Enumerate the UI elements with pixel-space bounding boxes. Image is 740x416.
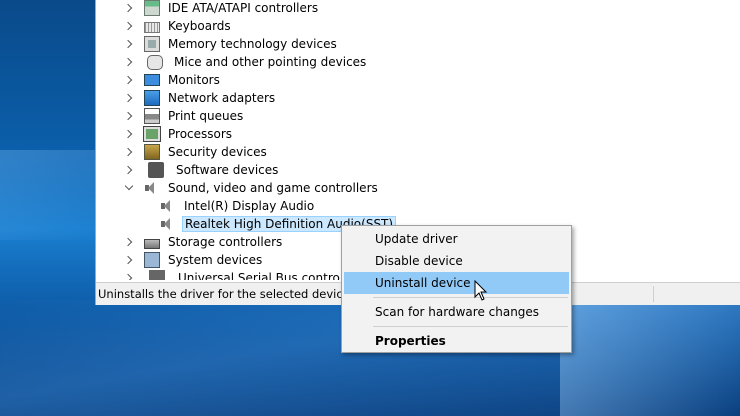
speaker-icon bbox=[160, 199, 176, 213]
chevron-right-icon[interactable] bbox=[123, 2, 135, 14]
chevron-right-icon[interactable] bbox=[123, 92, 135, 104]
network-adapter-icon bbox=[144, 90, 160, 106]
tree-item-mice[interactable]: Mice and other pointing devices bbox=[123, 53, 368, 71]
tree-item-label: Software devices bbox=[176, 163, 279, 177]
ide-controller-icon bbox=[144, 0, 160, 16]
chevron-right-icon[interactable] bbox=[123, 272, 135, 280]
tree-item-label: Security devices bbox=[168, 145, 267, 159]
menu-item-scan-hardware[interactable]: Scan for hardware changes bbox=[344, 301, 569, 323]
tree-item-ide-controllers[interactable]: IDE ATA/ATAPI controllers bbox=[123, 0, 320, 17]
tree-item-processors[interactable]: Processors bbox=[123, 125, 234, 143]
storage-controller-icon bbox=[144, 238, 160, 249]
tree-item-label: Mice and other pointing devices bbox=[174, 55, 367, 69]
usb-icon bbox=[149, 270, 165, 280]
chevron-right-icon[interactable] bbox=[123, 254, 135, 266]
tree-item-label: Intel(R) Display Audio bbox=[184, 199, 315, 213]
chevron-right-icon[interactable] bbox=[123, 110, 135, 122]
tree-item-keyboards[interactable]: Keyboards bbox=[123, 17, 233, 35]
menu-separator bbox=[373, 326, 568, 327]
chevron-right-icon[interactable] bbox=[123, 38, 135, 50]
speaker-icon bbox=[144, 181, 160, 195]
mouse-cursor-icon bbox=[474, 280, 488, 301]
processor-icon bbox=[143, 126, 161, 142]
desktop-wallpaper-light bbox=[0, 150, 100, 240]
speaker-icon bbox=[160, 217, 176, 231]
printer-icon bbox=[144, 108, 160, 124]
tree-item-label: Universal Serial Bus controllers bbox=[178, 271, 366, 280]
tree-item-label: Memory technology devices bbox=[168, 37, 337, 51]
tree-item-label: Keyboards bbox=[168, 19, 231, 33]
monitor-icon bbox=[144, 74, 160, 86]
menu-item-uninstall-device[interactable]: Uninstall device bbox=[344, 272, 569, 294]
chevron-right-icon[interactable] bbox=[123, 164, 135, 176]
tree-item-intel-display-audio[interactable]: Intel(R) Display Audio bbox=[160, 197, 316, 215]
tree-item-label: IDE ATA/ATAPI controllers bbox=[168, 1, 319, 15]
desktop-wallpaper-light bbox=[560, 300, 740, 416]
chevron-right-icon[interactable] bbox=[123, 146, 135, 158]
tree-item-label: System devices bbox=[168, 253, 263, 267]
system-device-icon bbox=[144, 252, 160, 268]
security-device-icon bbox=[144, 144, 160, 160]
tree-item-software-devices[interactable]: Software devices bbox=[123, 161, 280, 179]
tree-item-label: Storage controllers bbox=[168, 235, 283, 249]
tree-item-sound-video-game[interactable]: Sound, video and game controllers bbox=[123, 179, 380, 197]
chevron-right-icon[interactable] bbox=[123, 56, 135, 68]
tree-item-memory-technology[interactable]: Memory technology devices bbox=[123, 35, 339, 53]
tree-item-system-devices[interactable]: System devices bbox=[123, 251, 264, 269]
chevron-right-icon[interactable] bbox=[123, 74, 135, 86]
tree-item-label: Network adapters bbox=[168, 91, 276, 105]
chevron-down-icon[interactable] bbox=[123, 182, 135, 194]
tree-item-print-queues[interactable]: Print queues bbox=[123, 107, 245, 125]
tree-item-security-devices[interactable]: Security devices bbox=[123, 143, 269, 161]
keyboard-icon bbox=[144, 22, 160, 33]
memory-device-icon bbox=[144, 36, 160, 52]
tree-item-label: Processors bbox=[168, 127, 233, 141]
chevron-right-icon[interactable] bbox=[123, 128, 135, 140]
tree-item-network-adapters[interactable]: Network adapters bbox=[123, 89, 277, 107]
menu-item-update-driver[interactable]: Update driver bbox=[344, 228, 569, 250]
status-text: Uninstalls the driver for the selected d… bbox=[98, 287, 354, 301]
tree-item-label: Sound, video and game controllers bbox=[168, 181, 378, 195]
chevron-right-icon[interactable] bbox=[123, 20, 135, 32]
menu-item-disable-device[interactable]: Disable device bbox=[344, 250, 569, 272]
tree-item-usb-controllers[interactable]: Universal Serial Bus controllers bbox=[123, 269, 367, 280]
menu-item-properties[interactable]: Properties bbox=[344, 330, 569, 352]
software-device-icon bbox=[148, 162, 164, 178]
status-bar-divider bbox=[653, 286, 654, 302]
context-menu: Update driver Disable device Uninstall d… bbox=[341, 225, 572, 353]
tree-item-monitors[interactable]: Monitors bbox=[123, 71, 222, 89]
tree-item-label: Print queues bbox=[168, 109, 244, 123]
tree-item-storage-controllers[interactable]: Storage controllers bbox=[123, 233, 284, 251]
menu-separator bbox=[373, 297, 568, 298]
tree-item-label: Monitors bbox=[168, 73, 220, 87]
chevron-right-icon[interactable] bbox=[123, 236, 135, 248]
mouse-icon bbox=[147, 54, 163, 70]
